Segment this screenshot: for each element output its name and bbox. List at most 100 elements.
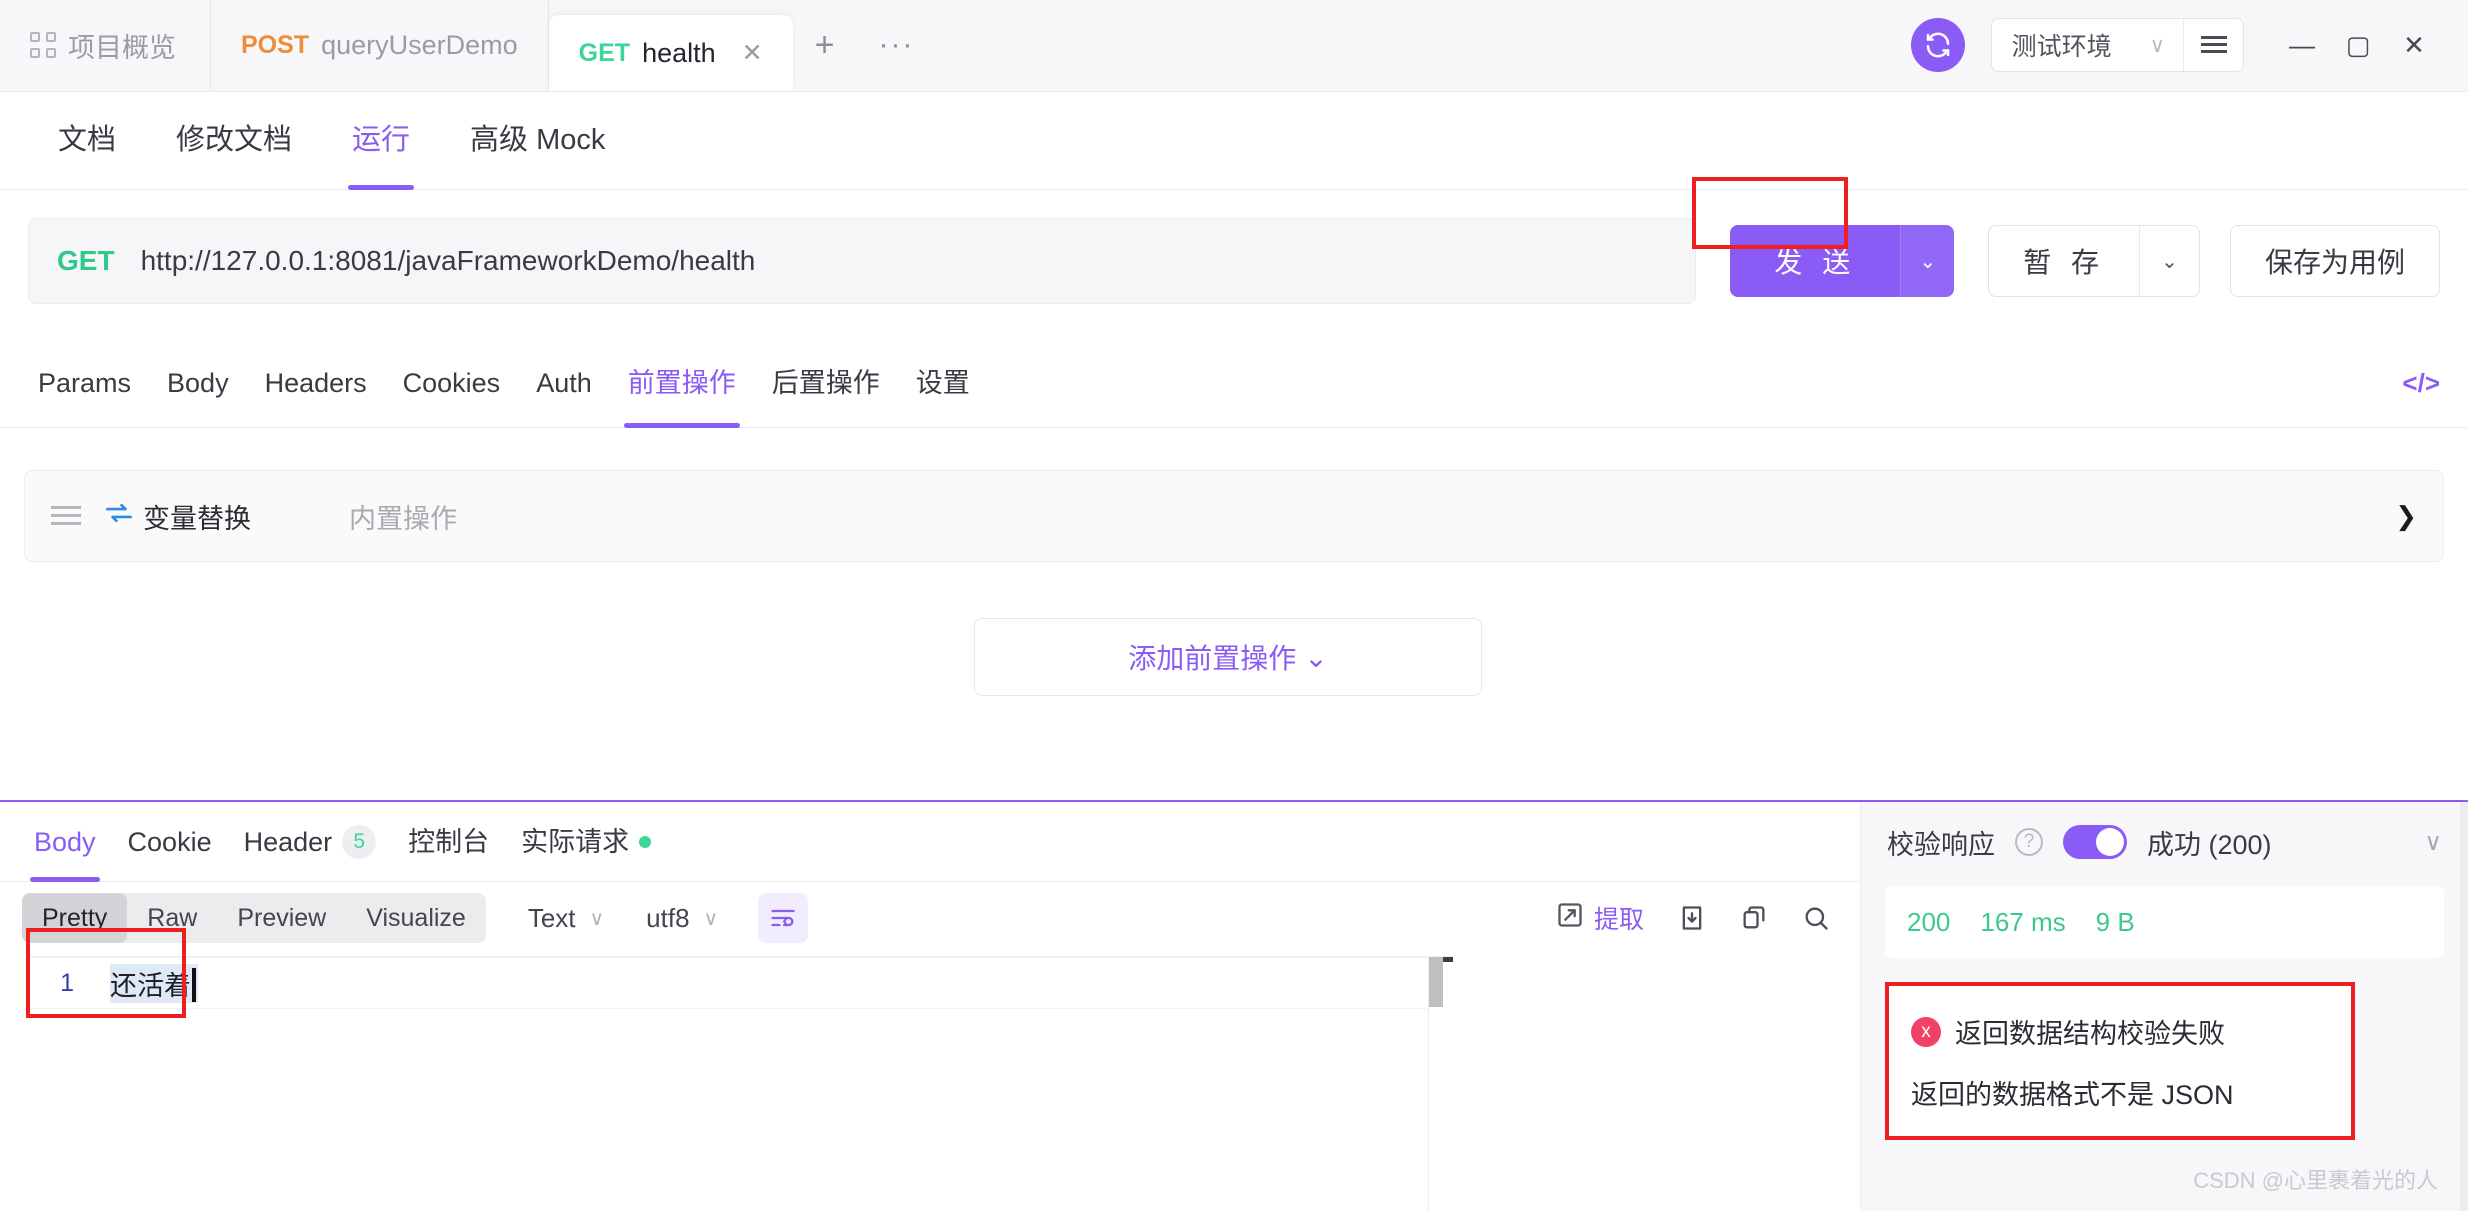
- response-format-bar: Pretty Raw Preview Visualize Text ∨ utf8…: [0, 882, 1860, 954]
- scrollbar-thumb[interactable]: [1429, 957, 1443, 1007]
- chevron-right-icon[interactable]: ❯: [2395, 501, 2417, 532]
- validation-toggle[interactable]: [2063, 825, 2127, 859]
- response-size: 9 B: [2095, 906, 2135, 937]
- environment-select[interactable]: 测试环境 ∨: [1992, 19, 2183, 71]
- chevron-down-icon[interactable]: ∨: [2424, 828, 2442, 857]
- content-type-select[interactable]: Text ∨: [528, 903, 604, 934]
- extract-label: 提取: [1593, 906, 1644, 934]
- tab-strip: 项目概览 POST queryUserDemo GET health ✕ + ·…: [0, 0, 936, 91]
- param-tabs: Params Body Headers Cookies Auth 前置操作 后置…: [0, 340, 2468, 428]
- validation-panel-scrollbar[interactable]: [2460, 802, 2468, 1211]
- chevron-down-icon: ∨: [589, 907, 605, 930]
- add-pre-operation-label: 添加前置操作: [1128, 643, 1297, 674]
- response-stats: 200 167 ms 9 B: [1885, 886, 2444, 958]
- tab-response-cookie[interactable]: Cookie: [112, 802, 228, 882]
- window-maximize-button[interactable]: ▢: [2330, 17, 2386, 73]
- app-window: 项目概览 POST queryUserDemo GET health ✕ + ·…: [0, 0, 2468, 1211]
- request-tab-health[interactable]: GET health ✕: [548, 15, 793, 91]
- tab-run[interactable]: 运行: [322, 92, 440, 190]
- segment-visualize[interactable]: Visualize: [346, 893, 486, 943]
- close-icon[interactable]: ✕: [742, 40, 763, 66]
- segment-raw[interactable]: Raw: [127, 893, 217, 943]
- window-close-button[interactable]: ✕: [2386, 17, 2442, 73]
- new-tab-button[interactable]: +: [793, 0, 857, 91]
- sidebar-item-project-overview[interactable]: 项目概览: [0, 0, 211, 91]
- validation-error-detail: 返回的数据格式不是 JSON: [1911, 1080, 2234, 1110]
- request-tab-queryuserdemo[interactable]: POST queryUserDemo: [211, 0, 549, 91]
- segment-preview[interactable]: Preview: [217, 893, 346, 943]
- send-options-chevron-icon[interactable]: ⌄: [1900, 225, 1955, 297]
- temp-save-chevron-icon[interactable]: ⌄: [2138, 226, 2199, 296]
- environment-menu-button[interactable]: [2183, 19, 2243, 71]
- search-icon[interactable]: [1802, 904, 1830, 932]
- chevron-down-icon: ∨: [2149, 33, 2165, 57]
- drag-handle-icon[interactable]: [51, 506, 81, 526]
- more-tabs-button[interactable]: ···: [856, 0, 936, 91]
- validation-status-label: 成功 (200): [2147, 829, 2272, 860]
- pre-operation-name: 变量替换: [143, 503, 251, 534]
- watermark: CSDN @心里裹着光的人: [2193, 1168, 2438, 1193]
- send-button[interactable]: 发 送 ⌄: [1730, 225, 1955, 297]
- project-overview-label: 项目概览: [68, 32, 176, 63]
- save-as-case-button[interactable]: 保存为用例: [2229, 225, 2440, 297]
- tab-post-operation[interactable]: 后置操作: [754, 340, 898, 428]
- temp-save-group: 暂 存 ⌄: [1988, 225, 2200, 297]
- tab-advanced-mock[interactable]: 高级 Mock: [440, 92, 635, 190]
- status-code: 200: [1907, 906, 1951, 937]
- tab-cookies[interactable]: Cookies: [385, 340, 519, 428]
- editor-line[interactable]: 1 还活着: [28, 957, 1452, 1009]
- encoding-select[interactable]: utf8 ∨: [646, 903, 718, 934]
- response-tabs: Body Cookie Header 5 控制台 实际请求: [0, 802, 1860, 882]
- validation-title: 校验响应: [1887, 829, 1995, 860]
- pre-operation-row[interactable]: 变量替换 内置操作 ❯: [24, 470, 2444, 562]
- tab-actual-request[interactable]: 实际请求: [505, 802, 667, 882]
- tab-console-label: 控制台: [408, 826, 490, 857]
- response-body-panel: Body Cookie Header 5 控制台 实际请求 Pretty Raw…: [0, 802, 1860, 1211]
- sync-icon[interactable]: [1910, 18, 1965, 72]
- tab-pre-operation[interactable]: 前置操作: [610, 340, 754, 428]
- tab-response-header-label: Header: [243, 826, 333, 857]
- download-icon[interactable]: [1678, 904, 1706, 932]
- url-value: http://127.0.0.1:8081/javaFrameworkDemo/…: [140, 245, 756, 276]
- tab-doc[interactable]: 文档: [28, 92, 146, 190]
- chevron-down-icon: ∨: [703, 907, 719, 930]
- segment-pretty[interactable]: Pretty: [22, 893, 128, 943]
- method-badge: POST: [241, 30, 310, 59]
- method-badge: GET: [57, 245, 115, 276]
- tab-edit-doc[interactable]: 修改文档: [146, 92, 322, 190]
- copy-icon[interactable]: [1740, 904, 1768, 932]
- tab-body[interactable]: Body: [149, 340, 247, 428]
- url-input[interactable]: GET http://127.0.0.1:8081/javaFrameworkD…: [28, 218, 1697, 304]
- line-content: 还活着: [110, 963, 198, 1003]
- help-icon[interactable]: ?: [2015, 828, 2043, 856]
- encoding-value: utf8: [646, 902, 690, 933]
- editor-scrollbar[interactable]: [1428, 957, 1453, 1211]
- tab-response-body[interactable]: Body: [18, 802, 112, 882]
- extract-button[interactable]: 提取: [1556, 900, 1644, 936]
- swap-icon: [103, 500, 135, 533]
- tab-headers[interactable]: Headers: [247, 340, 385, 428]
- response-time: 167 ms: [1980, 906, 2066, 937]
- pre-operation-type: 内置操作: [349, 503, 457, 534]
- send-button-label: 发 送: [1730, 225, 1901, 297]
- send-button-group: 发 送 ⌄: [1692, 177, 1955, 297]
- tab-auth[interactable]: Auth: [518, 340, 610, 428]
- add-pre-operation-button[interactable]: 添加前置操作 ⌄: [974, 618, 1482, 696]
- url-bar-row: GET http://127.0.0.1:8081/javaFrameworkD…: [28, 177, 2440, 304]
- grid-icon: [30, 32, 56, 58]
- tab-console[interactable]: 控制台: [392, 802, 505, 882]
- tab-settings[interactable]: 设置: [898, 340, 988, 428]
- wrap-lines-icon[interactable]: [758, 893, 809, 943]
- code-view-icon[interactable]: </>: [2402, 368, 2440, 399]
- hamburger-icon: [2200, 36, 2227, 54]
- response-body-editor[interactable]: 1 还活着: [28, 956, 1453, 1211]
- error-icon: x: [1911, 1016, 1941, 1047]
- text-caret: [192, 967, 196, 1002]
- validation-error-title-row: x 返回数据结构校验失败: [1911, 1012, 2329, 1051]
- tab-params[interactable]: Params: [20, 340, 149, 428]
- content-type-value: Text: [527, 902, 576, 933]
- tab-response-header[interactable]: Header 5: [228, 802, 393, 882]
- validation-header: 校验响应 ? 成功 (200) ∨: [1861, 802, 2468, 882]
- temp-save-button[interactable]: 暂 存: [1989, 226, 2139, 296]
- window-minimize-button[interactable]: —: [2274, 17, 2330, 73]
